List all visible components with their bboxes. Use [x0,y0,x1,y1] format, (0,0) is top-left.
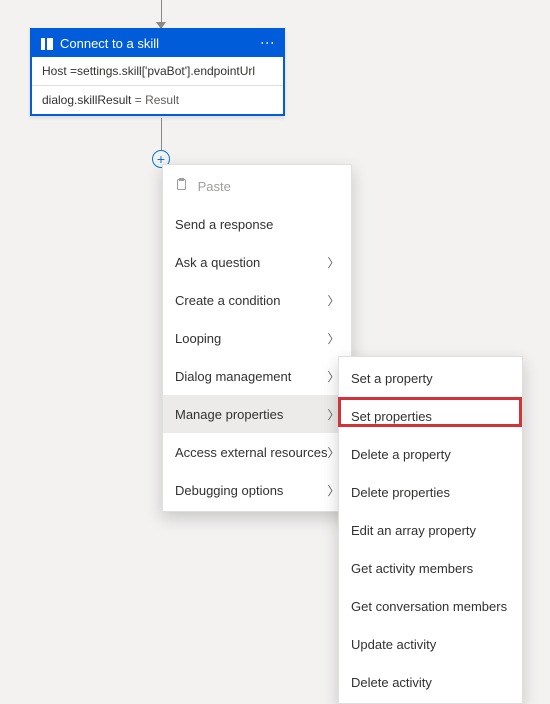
menu-send-response[interactable]: Send a response [163,205,351,243]
skill-node-header[interactable]: Connect to a skill ⋮ [32,30,283,57]
node-row-result: dialog.skillResult = Result [32,85,283,114]
skill-node-body: Host =settings.skill['pvaBot'].endpointU… [32,57,283,114]
chevron-right-icon: 〉 [327,330,339,347]
menu-debugging-options-label: Debugging options [175,483,283,498]
menu-dialog-management[interactable]: Dialog management 〉 [163,357,351,395]
submenu-get-activity-members-label: Get activity members [351,561,473,576]
result-eq: = [131,93,145,107]
node-row-host: Host =settings.skill['pvaBot'].endpointU… [32,57,283,85]
submenu-get-conversation-members[interactable]: Get conversation members [339,587,522,625]
submenu-delete-properties[interactable]: Delete properties [339,473,522,511]
result-field: dialog.skillResult [42,93,131,107]
menu-dialog-management-label: Dialog management [175,369,291,384]
node-more-icon[interactable]: ⋮ [261,36,275,51]
skill-node-title: Connect to a skill [60,36,255,51]
submenu-delete-a-property[interactable]: Delete a property [339,435,522,473]
submenu-set-a-property[interactable]: Set a property [339,359,522,397]
menu-create-condition-label: Create a condition [175,293,281,308]
submenu-get-activity-members[interactable]: Get activity members [339,549,522,587]
menu-looping[interactable]: Looping 〉 [163,319,351,357]
submenu-set-a-property-label: Set a property [351,371,433,386]
submenu-update-activity-label: Update activity [351,637,436,652]
menu-create-condition[interactable]: Create a condition 〉 [163,281,351,319]
menu-paste-label: Paste [198,179,231,194]
submenu-delete-activity-label: Delete activity [351,675,432,690]
submenu-delete-activity[interactable]: Delete activity [339,663,522,701]
submenu-delete-properties-label: Delete properties [351,485,450,500]
submenu-set-properties-label: Set properties [351,409,432,424]
host-label: Host [42,64,70,78]
skill-node[interactable]: Connect to a skill ⋮ Host =settings.skil… [30,28,285,116]
action-menu: Paste Send a response Ask a question 〉 C… [162,164,352,512]
menu-access-external-label: Access external resources [175,445,327,460]
menu-access-external[interactable]: Access external resources 〉 [163,433,351,471]
submenu-update-activity[interactable]: Update activity [339,625,522,663]
chevron-right-icon: 〉 [327,254,339,271]
menu-debugging-options[interactable]: Debugging options 〉 [163,471,351,509]
edge-out [161,118,162,153]
paste-icon [175,178,188,191]
menu-manage-properties[interactable]: Manage properties 〉 [163,395,351,433]
submenu-manage-properties: Set a property Set properties Delete a p… [338,356,523,704]
chevron-right-icon: 〉 [327,292,339,309]
skill-icon [40,37,54,51]
submenu-get-conversation-members-label: Get conversation members [351,599,507,614]
menu-looping-label: Looping [175,331,221,346]
host-value: =settings.skill['pvaBot'].endpointUrl [70,64,255,78]
menu-send-response-label: Send a response [175,217,273,232]
submenu-edit-array-property-label: Edit an array property [351,523,476,538]
submenu-delete-a-property-label: Delete a property [351,447,451,462]
submenu-edit-array-property[interactable]: Edit an array property [339,511,522,549]
menu-manage-properties-label: Manage properties [175,407,283,422]
menu-ask-question-label: Ask a question [175,255,260,270]
submenu-set-properties[interactable]: Set properties [339,397,522,435]
menu-ask-question[interactable]: Ask a question 〉 [163,243,351,281]
menu-paste: Paste [163,167,351,205]
result-value: Result [145,93,179,107]
